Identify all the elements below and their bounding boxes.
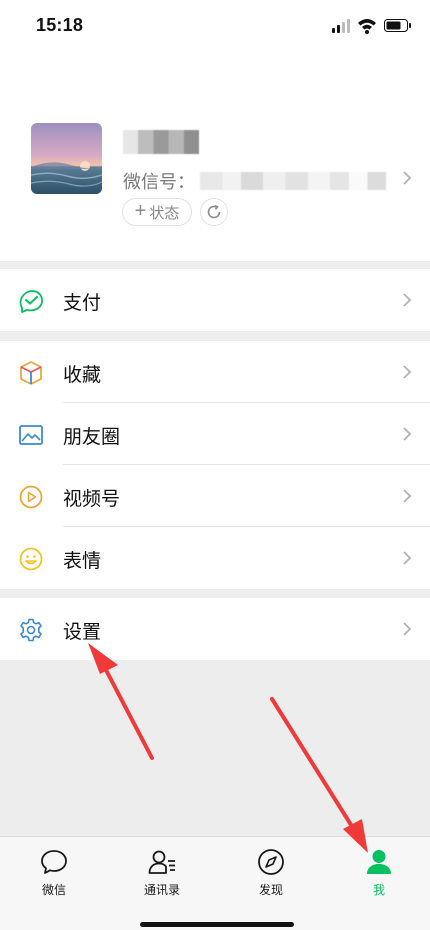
person-icon [367,850,391,874]
tab-label: 微信 [41,883,66,897]
menu-item-label: 表情 [63,551,102,572]
menu-item-settings[interactable]: 设置 [0,598,430,660]
tab-bar: 微信 通讯录 发现 我 [0,836,430,930]
menu-item-stickers[interactable]: 表情 [0,527,430,589]
tab-contacts[interactable]: 通讯录 [117,847,207,898]
chevron-right-icon [403,365,412,379]
channels-play-icon [19,485,43,509]
menu-item-label: 支付 [63,293,102,314]
menu-item-moments[interactable]: 朋友圈 [0,403,430,465]
compass-icon [258,849,284,875]
chevron-right-icon [403,427,412,441]
chevron-right-icon [403,551,412,565]
tab-chats[interactable]: 微信 [9,847,99,898]
tab-label: 我 [372,883,385,897]
wechat-id-label: 微信号： [123,172,195,192]
refresh-status-button[interactable] [200,198,228,226]
arrow-to-me-tab [270,697,368,853]
avatar[interactable] [31,123,102,194]
menu-item-label: 视频号 [63,489,121,510]
settings-gear-icon [20,618,42,642]
chevron-right-icon [403,293,412,307]
menu-item-label: 朋友圈 [63,427,121,448]
tab-me[interactable]: 我 [334,847,424,898]
wechat-id-blurred [200,172,386,190]
refresh-icon [207,204,221,219]
status-time: 15:18 [36,15,84,35]
chat-bubble-icon [41,850,67,874]
favorites-cube-icon [20,361,42,385]
tab-discover[interactable]: 发现 [226,847,316,898]
emoji-face-icon [19,547,43,571]
pay-icon [19,290,43,313]
arrow-to-settings [88,643,154,760]
status-bar: 15:18 [0,0,430,52]
menu-item-channels[interactable]: 视频号 [0,465,430,527]
chevron-right-icon [403,622,412,636]
tab-label: 通讯录 [143,883,180,897]
menu-group-settings: 设置 [0,598,430,660]
chevron-right-icon [403,489,412,503]
profile-header[interactable]: 微信号： + 状态 [0,52,430,261]
menu-group-main: 收藏 朋友圈 视频号 表情 [0,341,430,589]
wifi-icon [358,19,376,34]
menu-item-pay[interactable]: 支付 [0,269,430,331]
battery-icon [384,19,411,32]
signal-icon [332,19,350,33]
status-button-label: 状态 [149,204,180,222]
moments-image-icon [19,425,43,445]
plus-icon: + [134,200,147,222]
status-icons [332,19,411,34]
nickname-blurred [123,130,199,154]
menu-item-label: 收藏 [63,365,102,386]
add-status-button[interactable]: + 状态 [122,198,192,226]
menu-group-pay: 支付 [0,269,430,331]
home-indicator [140,922,294,927]
tab-label: 发现 [258,883,283,897]
menu-item-label: 设置 [63,622,102,643]
chevron-right-icon[interactable] [402,170,412,186]
menu-item-favorites[interactable]: 收藏 [0,341,430,403]
contacts-icon [148,850,175,874]
